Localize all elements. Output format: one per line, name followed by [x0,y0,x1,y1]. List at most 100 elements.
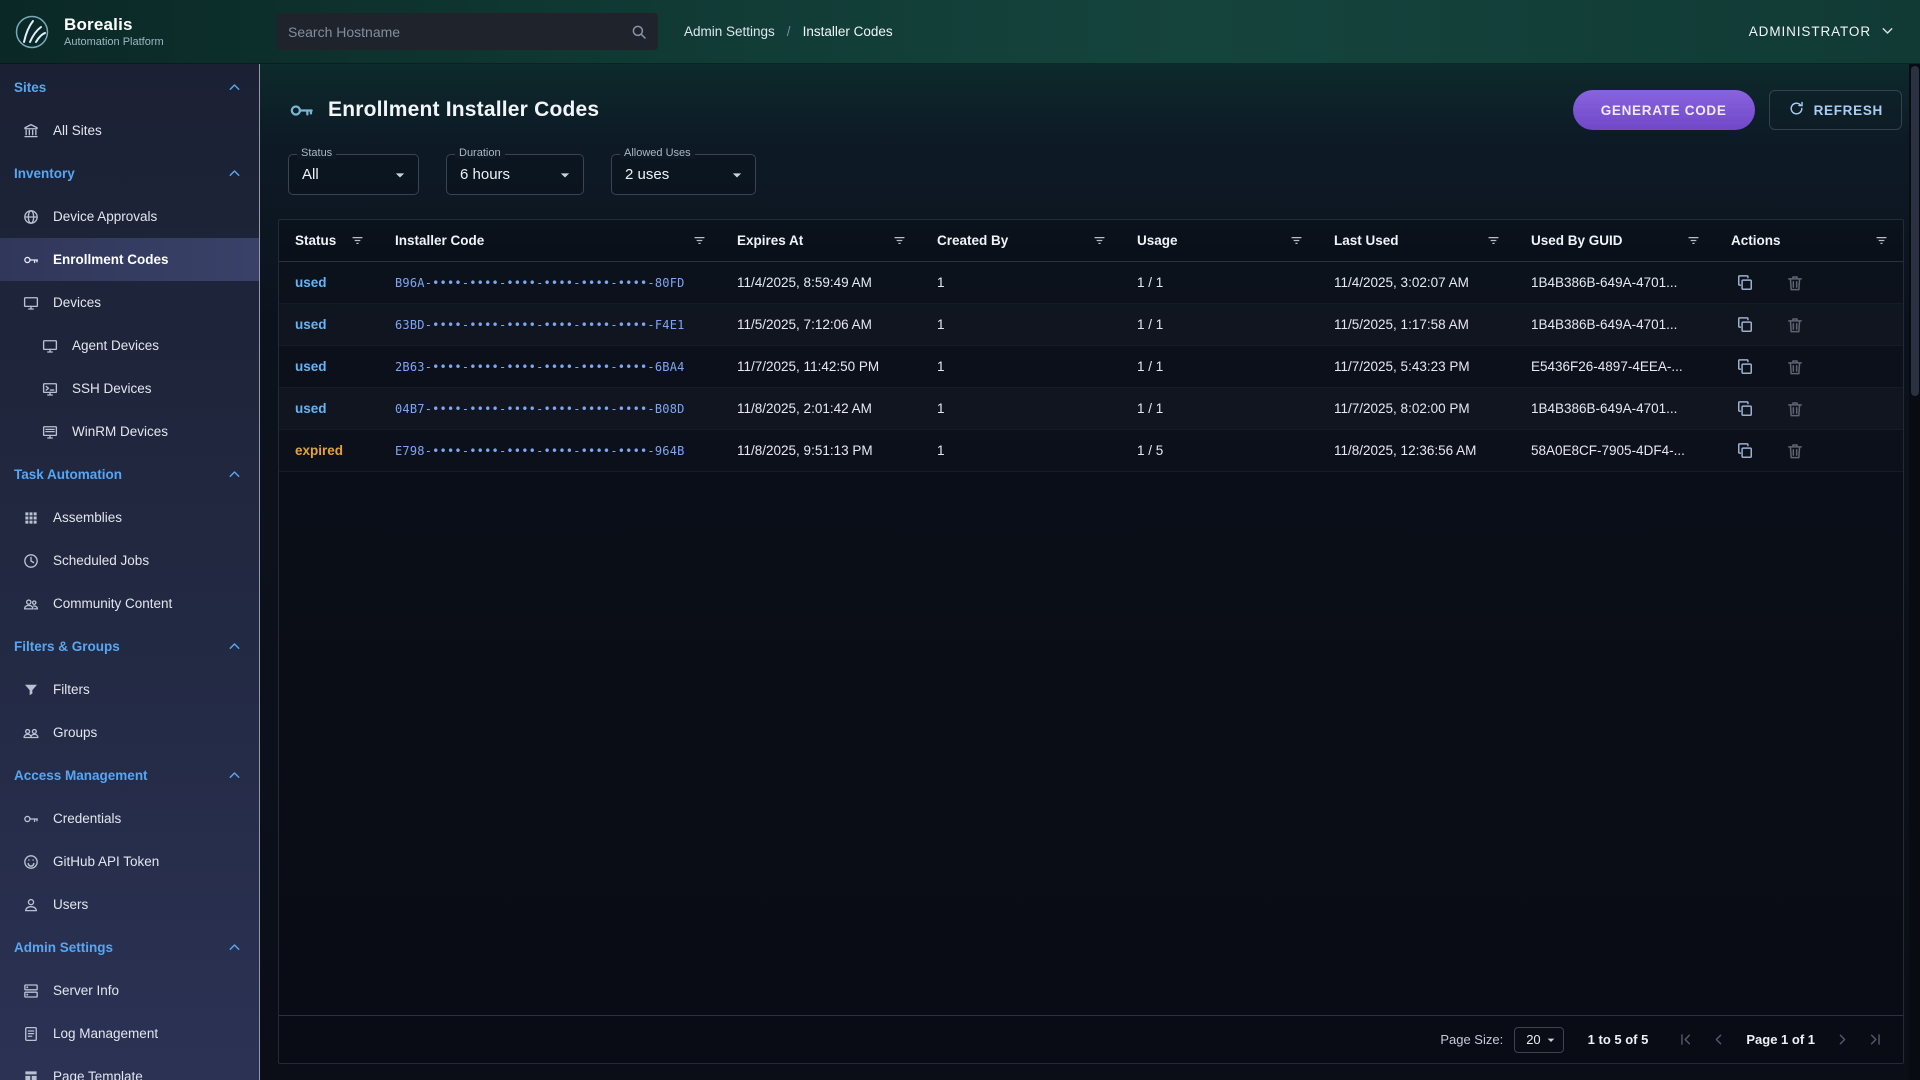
copy-code-button[interactable] [1735,314,1757,336]
page-header: Enrollment Installer Codes GENERATE CODE… [278,64,1904,132]
filter-bar: Status All Duration 6 hours Allowed Uses [278,154,1904,195]
column-filter-icon[interactable] [349,232,366,249]
sidebar-item-users[interactable]: Users [0,883,259,926]
page-size-select[interactable]: 20 [1514,1027,1563,1053]
previous-page-button[interactable] [1705,1026,1732,1053]
status-filter-select[interactable]: Status All [288,154,419,195]
last-used-cell: 11/7/2025, 8:02:00 PM [1318,401,1515,416]
column-header-created-by[interactable]: Created By [921,232,1121,249]
delete-code-button[interactable] [1785,440,1807,462]
sidebar-item-assemblies[interactable]: Assemblies [0,496,259,539]
breadcrumb: Admin Settings / Installer Codes [684,24,893,39]
sidebar-item-enrollment-codes[interactable]: Enrollment Codes [0,238,259,281]
actions-cell [1715,440,1903,462]
duration-filter-value: 6 hours [460,166,510,183]
breadcrumb-installer-codes[interactable]: Installer Codes [803,24,893,39]
sidebar-item-label: Scheduled Jobs [53,553,149,568]
refresh-button[interactable]: REFRESH [1769,90,1902,130]
sidebar-section-inventory[interactable]: Inventory [0,152,259,195]
sidebar-item-groups[interactable]: Groups [0,711,259,754]
sidebar-section-sites[interactable]: Sites [0,66,259,109]
brand[interactable]: Borealis Automation Platform [10,10,250,54]
sidebar-item-winrm-devices[interactable]: WinRM Devices [0,410,259,453]
copy-code-button[interactable] [1735,272,1757,294]
chevron-up-icon [226,466,243,483]
copy-code-button[interactable] [1735,356,1757,378]
sidebar-item-devices[interactable]: Devices [0,281,259,324]
status-cell: used [279,401,379,416]
sidebar-section-admin-settings[interactable]: Admin Settings [0,926,259,969]
used-by-guid-cell: 1B4B386B-649A-4701... [1515,275,1715,290]
copy-code-button[interactable] [1735,398,1757,420]
status-filter-box[interactable]: All [288,154,419,195]
breadcrumb-separator: / [787,24,791,39]
sidebar-section-filters-groups[interactable]: Filters & Groups [0,625,259,668]
sidebar-item-filters[interactable]: Filters [0,668,259,711]
column-header-last-used[interactable]: Last Used [1318,232,1515,249]
breadcrumb-admin-settings[interactable]: Admin Settings [684,24,775,39]
column-header-used-by-guid[interactable]: Used By GUID [1515,232,1715,249]
user-menu[interactable]: ADMINISTRATOR [1749,22,1896,42]
sidebar-item-log-management[interactable]: Log Management [0,1012,259,1055]
allowed-uses-filter-label: Allowed Uses [620,147,695,159]
sidebar-section-label: Access Management [14,768,148,783]
column-filter-icon[interactable] [1685,232,1702,249]
column-header-usage[interactable]: Usage [1121,232,1318,249]
delete-code-button[interactable] [1785,398,1807,420]
sidebar-section-access-management[interactable]: Access Management [0,754,259,797]
sidebar-item-server-info[interactable]: Server Info [0,969,259,1012]
sidebar-item-label: Log Management [53,1026,158,1041]
duration-filter-select[interactable]: Duration 6 hours [446,154,584,195]
sidebar-item-device-approvals[interactable]: Device Approvals [0,195,259,238]
delete-code-button[interactable] [1785,314,1807,336]
sidebar-item-github-api-token[interactable]: GitHub API Token [0,840,259,883]
last-used-cell: 11/8/2025, 12:36:56 AM [1318,443,1515,458]
column-filter-icon[interactable] [891,232,908,249]
sidebar-section-label: Filters & Groups [14,639,120,654]
column-filter-icon[interactable] [1091,232,1108,249]
sidebar-section-task-automation[interactable]: Task Automation [0,453,259,496]
actions-cell [1715,272,1903,294]
column-header-installer-code[interactable]: Installer Code [379,232,721,249]
sidebar-item-ssh-devices[interactable]: SSH Devices [0,367,259,410]
table-row: expiredE798-••••-••••-••••-••••-••••-•••… [279,430,1903,472]
duration-filter-box[interactable]: 6 hours [446,154,584,195]
allowed-uses-filter-box[interactable]: 2 uses [611,154,756,195]
ssh-devices-icon [41,380,59,398]
column-header-status[interactable]: Status [279,232,379,249]
sidebar-item-agent-devices[interactable]: Agent Devices [0,324,259,367]
delete-code-button[interactable] [1785,356,1807,378]
table-footer: Page Size: 20 1 to 5 of 5 [279,1015,1903,1063]
assemblies-icon [22,509,40,527]
copy-code-button[interactable] [1735,440,1757,462]
agent-devices-icon [41,337,59,355]
search-input[interactable] [276,24,658,40]
next-page-button[interactable] [1829,1026,1856,1053]
sidebar: SitesAll SitesInventoryDevice ApprovalsE… [0,64,260,1080]
last-page-button[interactable] [1862,1026,1889,1053]
column-filter-icon[interactable] [1288,232,1305,249]
usage-cell: 1 / 1 [1121,401,1318,416]
search-box[interactable] [276,13,658,50]
sidebar-item-all-sites[interactable]: All Sites [0,109,259,152]
sidebar-item-community-content[interactable]: Community Content [0,582,259,625]
sidebar-item-label: Devices [53,295,101,310]
column-filter-icon[interactable] [1485,232,1502,249]
column-filter-icon[interactable] [1873,232,1890,249]
sidebar-item-page-template[interactable]: Page Template [0,1055,259,1080]
sidebar-item-scheduled-jobs[interactable]: Scheduled Jobs [0,539,259,582]
generate-code-button[interactable]: GENERATE CODE [1573,90,1755,130]
first-page-button[interactable] [1672,1026,1699,1053]
installer-code-cell: 63BD-••••-••••-••••-••••-••••-••••-F4E1 [379,318,721,332]
usage-cell: 1 / 1 [1121,317,1318,332]
scrollbar-thumb[interactable] [1911,66,1919,396]
brand-subtitle: Automation Platform [64,36,164,48]
sidebar-item-credentials[interactable]: Credentials [0,797,259,840]
usage-cell: 1 / 5 [1121,443,1318,458]
allowed-uses-filter-select[interactable]: Allowed Uses 2 uses [611,154,756,195]
filter-icon [22,681,40,699]
column-header-expires-at[interactable]: Expires At [721,232,921,249]
delete-code-button[interactable] [1785,272,1807,294]
column-header-actions[interactable]: Actions [1715,232,1903,249]
column-filter-icon[interactable] [691,232,708,249]
